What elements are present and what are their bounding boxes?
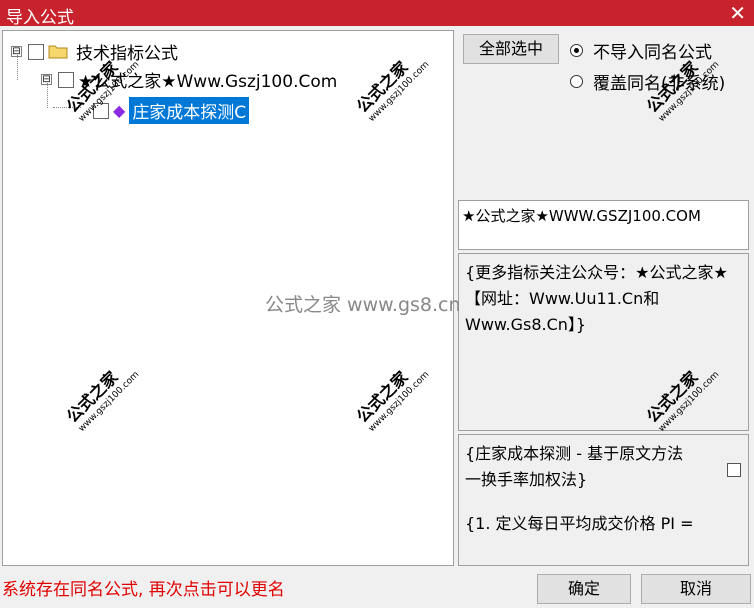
tree-node-label-selected: 庄家成本探测C: [129, 97, 250, 124]
title-bar: 导入公式 ✕: [0, 0, 754, 28]
select-all-button[interactable]: 全部选中: [463, 34, 559, 64]
radio-dot[interactable]: [570, 44, 583, 57]
detail-line: 一换手率加权法}: [465, 470, 588, 489]
cancel-button[interactable]: 取消: [641, 574, 751, 604]
radio-dot[interactable]: [570, 75, 583, 88]
ok-button[interactable]: 确定: [537, 574, 631, 604]
radio-label: 覆盖同名(非系统): [593, 74, 726, 94]
tree-node-group[interactable]: ⊟ ★公式之家★Www.Gszj100.Com: [41, 67, 337, 92]
tree-connector: [53, 107, 81, 108]
description-box: {更多指标关注公众号：★公式之家★【网址：Www.Uu11.Cn和Www.Gs8…: [458, 253, 749, 431]
status-message: 系统存在同名公式, 再次点击可以更名: [2, 580, 285, 600]
tree-node-root[interactable]: ⊟ 技术指标公式: [11, 39, 178, 64]
formula-gem-icon: ◆: [113, 101, 126, 120]
checkbox-item[interactable]: [93, 102, 109, 119]
folder-icon: [48, 45, 68, 59]
copyright-field: ★公式之家★WWW.GSZJ100.COM: [458, 200, 749, 250]
formula-detail-box[interactable]: {庄家成本探测 - 基于原文方法 一换手率加权法} {1. 定义每日平均成交价格…: [458, 434, 749, 566]
window-title: 导入公式: [6, 8, 74, 28]
radio-overwrite[interactable]: 覆盖同名(非系统): [570, 69, 725, 94]
formula-tree[interactable]: ⊟ 技术指标公式 ⊟ ★公式之家★Www.Gszj100.Com ◆ 庄家成本探…: [2, 30, 454, 566]
radio-skip-same[interactable]: 不导入同名公式: [570, 38, 712, 63]
tree-node-item[interactable]: ◆ 庄家成本探测C: [93, 97, 250, 124]
collapse-icon[interactable]: ⊟: [11, 46, 22, 57]
detail-line: {庄家成本探测 - 基于原文方法: [465, 444, 684, 463]
collapse-icon[interactable]: ⊟: [41, 74, 52, 85]
detail-checkbox[interactable]: [727, 463, 741, 477]
radio-label: 不导入同名公式: [593, 43, 712, 63]
tree-node-label: ★公式之家★Www.Gszj100.Com: [78, 72, 338, 92]
checkbox-group[interactable]: [58, 71, 74, 88]
checkbox-root[interactable]: [28, 43, 44, 60]
close-icon[interactable]: ✕: [729, 1, 746, 25]
detail-line: {1. 定义每日平均成交价格 PI =: [465, 514, 694, 533]
tree-node-label: 技术指标公式: [76, 44, 178, 64]
